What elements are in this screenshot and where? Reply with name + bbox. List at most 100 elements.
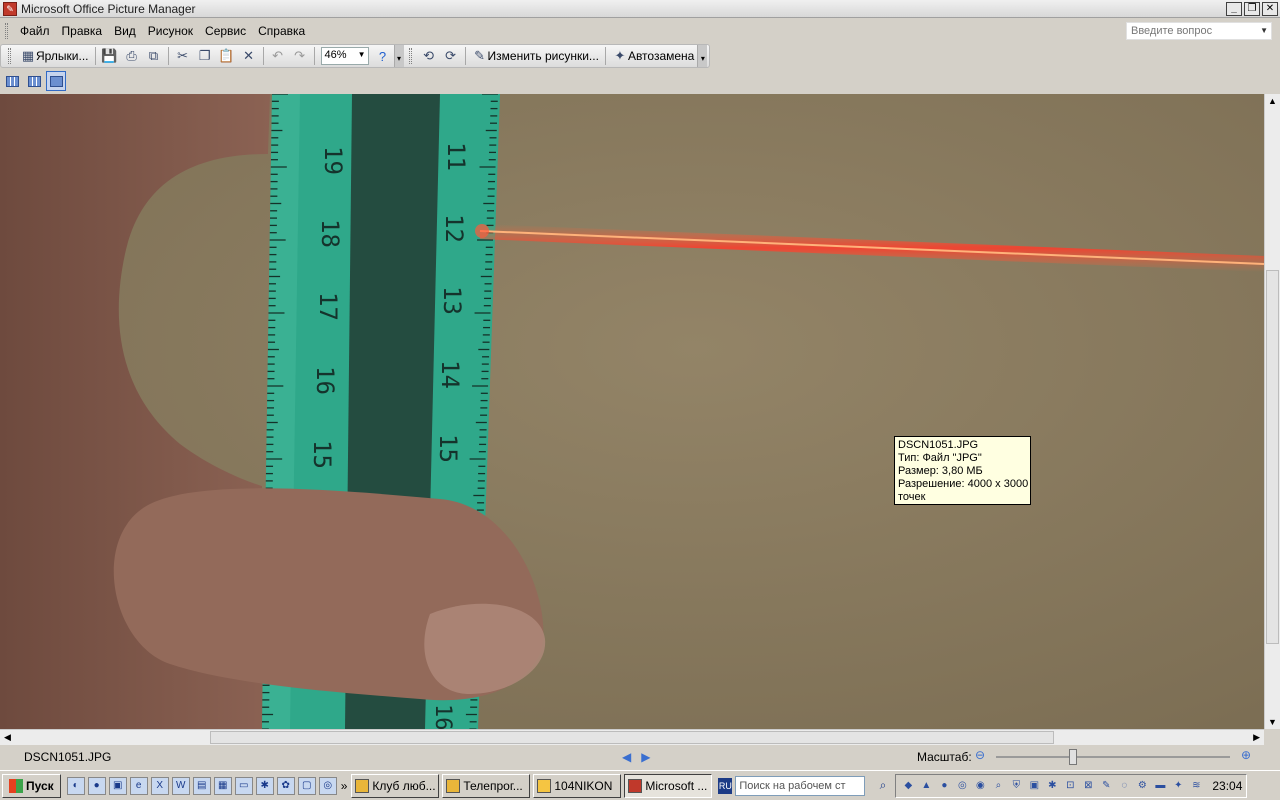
horizontal-scroll-thumb[interactable] bbox=[210, 731, 1054, 744]
task-button[interactable]: 104NIKON bbox=[533, 773, 622, 798]
toolbar-grip[interactable] bbox=[408, 48, 412, 64]
undo-button[interactable]: ↶ bbox=[267, 46, 289, 66]
tray-icon[interactable]: ▣ bbox=[1026, 778, 1042, 794]
toolbar-grip[interactable] bbox=[8, 48, 11, 64]
toolbar-options-icon[interactable]: ▾ bbox=[393, 45, 404, 67]
clock[interactable]: 23:04 bbox=[1212, 779, 1242, 793]
quick-launch-icon[interactable]: ◐ bbox=[66, 776, 85, 795]
scroll-left-icon[interactable]: ◀ bbox=[4, 732, 11, 743]
quick-launch-icon[interactable]: ✿ bbox=[276, 776, 295, 795]
shortcuts-button[interactable]: ▦ Ярлыки... bbox=[17, 46, 92, 66]
paste-button[interactable]: 📋 bbox=[216, 46, 238, 66]
tray-icon[interactable]: ◉ bbox=[972, 778, 988, 794]
close-button[interactable]: ✕ bbox=[1262, 1, 1278, 16]
tray-icon[interactable]: ● bbox=[936, 778, 952, 794]
zoom-in-icon[interactable]: ⊕ bbox=[1238, 748, 1254, 764]
photo: 19 18 17 16 15 11 12 13 14 15 16 bbox=[0, 94, 1264, 729]
task-button[interactable]: Клуб люб... bbox=[351, 773, 440, 798]
delete-button[interactable]: ✕ bbox=[238, 46, 260, 66]
status-file-name: DSCN1051.JPG bbox=[24, 750, 112, 764]
tray-icon[interactable]: ◆ bbox=[900, 778, 916, 794]
wifi-icon[interactable]: ≋ bbox=[1188, 778, 1204, 794]
task-label: 104NIKON bbox=[554, 778, 613, 793]
scroll-up-icon[interactable]: ▲ bbox=[1268, 96, 1277, 106]
ask-question-box[interactable]: Введите вопрос ▼ bbox=[1126, 22, 1272, 40]
zoom-slider-thumb[interactable] bbox=[1069, 749, 1078, 765]
rotate-right-button[interactable]: ⟳ bbox=[440, 46, 462, 66]
firefox-icon[interactable]: ● bbox=[87, 776, 106, 795]
vertical-scrollbar[interactable]: ▲ ▼ bbox=[1264, 94, 1280, 729]
task-button[interactable]: Телепрог... bbox=[442, 773, 531, 798]
ask-question-placeholder: Введите вопрос bbox=[1131, 25, 1213, 37]
menu-picture[interactable]: Рисунок bbox=[142, 24, 199, 38]
search-icon[interactable]: ⌕ bbox=[880, 778, 887, 793]
thumbnail-view-button[interactable] bbox=[2, 71, 22, 91]
tray-icon[interactable]: ⛨ bbox=[1008, 778, 1024, 794]
scroll-right-icon[interactable]: ▶ bbox=[1253, 732, 1260, 743]
quick-launch-icon[interactable]: ▦ bbox=[213, 776, 232, 795]
tray-icon[interactable]: ✱ bbox=[1044, 778, 1060, 794]
start-button[interactable]: Пуск bbox=[2, 773, 61, 798]
toolbar-options-icon[interactable]: ▾ bbox=[697, 45, 708, 67]
print-button[interactable]: ⎙ bbox=[121, 46, 143, 66]
tooltip-type: Тип: Файл "JPG" bbox=[898, 452, 982, 464]
tray-icon[interactable]: ✎ bbox=[1098, 778, 1114, 794]
tray-icon[interactable]: ⊡ bbox=[1062, 778, 1078, 794]
cut-button[interactable]: ✂ bbox=[172, 46, 194, 66]
tray-icon[interactable]: ◎ bbox=[954, 778, 970, 794]
horizontal-scrollbar[interactable]: ◀ ▶ bbox=[0, 729, 1264, 745]
menu-file[interactable]: Файл bbox=[14, 24, 56, 38]
picture-canvas[interactable]: 19 18 17 16 15 11 12 13 14 15 16 bbox=[0, 94, 1264, 729]
previous-picture-icon[interactable]: ◀ bbox=[622, 750, 631, 764]
filmstrip-view-button[interactable] bbox=[24, 71, 44, 91]
scroll-down-icon[interactable]: ▼ bbox=[1268, 717, 1277, 727]
rotate-left-button[interactable]: ⟲ bbox=[418, 46, 440, 66]
quick-launch-icon[interactable]: ▣ bbox=[108, 776, 127, 795]
chevron-down-icon[interactable]: ▼ bbox=[1260, 26, 1268, 35]
single-picture-view-button[interactable] bbox=[46, 71, 66, 91]
quick-launch-icon[interactable]: ◎ bbox=[318, 776, 337, 795]
title-bar[interactable]: ✎ Microsoft Office Picture Manager _ ❐ ✕ bbox=[0, 0, 1280, 18]
next-picture-icon[interactable]: ▶ bbox=[641, 750, 650, 764]
toolbar-separator bbox=[262, 47, 264, 65]
tray-icon[interactable]: ⊠ bbox=[1080, 778, 1096, 794]
task-button-active[interactable]: Microsoft ... bbox=[624, 773, 713, 798]
zoom-slider-track[interactable] bbox=[996, 756, 1230, 758]
tray-icon[interactable]: ⌕ bbox=[990, 778, 1006, 794]
autocorrect-button[interactable]: ✦ Автозамена bbox=[609, 46, 697, 66]
language-indicator[interactable]: RU bbox=[718, 777, 733, 794]
tray-icon[interactable]: ▲ bbox=[918, 778, 934, 794]
desktop-search-input[interactable]: Поиск на рабочем ст ⌕ bbox=[735, 775, 886, 796]
quick-launch: ◐ ● ▣ e X W ▤ ▦ ▭ ✱ ✿ ▢ ◎ bbox=[66, 776, 337, 795]
zoom-combo[interactable]: 46% ▼ bbox=[320, 47, 369, 65]
zoom-out-icon[interactable]: ⊖ bbox=[972, 748, 988, 764]
quick-launch-icon[interactable]: ▤ bbox=[192, 776, 211, 795]
minimize-button[interactable]: _ bbox=[1226, 1, 1242, 16]
tray-icon[interactable]: ◌ bbox=[1116, 778, 1132, 794]
tray-icon[interactable]: ▬ bbox=[1152, 778, 1168, 794]
tray-icon[interactable]: ⚙ bbox=[1134, 778, 1150, 794]
folder-icon[interactable]: ▭ bbox=[234, 776, 253, 795]
menu-tools[interactable]: Сервис bbox=[199, 24, 252, 38]
quick-launch-icon[interactable]: ▢ bbox=[297, 776, 316, 795]
send-button[interactable]: ⧉ bbox=[143, 46, 165, 66]
quick-launch-icon[interactable]: ✱ bbox=[255, 776, 274, 795]
word-icon[interactable]: W bbox=[171, 776, 190, 795]
save-button[interactable]: 💾 bbox=[99, 46, 121, 66]
menu-help[interactable]: Справка bbox=[252, 24, 311, 38]
edit-pictures-button[interactable]: ✎ Изменить рисунки... bbox=[469, 46, 602, 66]
redo-button[interactable]: ↷ bbox=[289, 46, 311, 66]
quick-launch-overflow[interactable]: » bbox=[341, 779, 348, 793]
menu-view[interactable]: Вид bbox=[108, 24, 142, 38]
vertical-scroll-thumb[interactable] bbox=[1266, 270, 1279, 644]
tray-icon[interactable]: ✦ bbox=[1170, 778, 1186, 794]
chevron-down-icon[interactable]: ▼ bbox=[358, 50, 366, 59]
excel-icon[interactable]: X bbox=[150, 776, 169, 795]
menu-edit[interactable]: Правка bbox=[56, 24, 109, 38]
maximize-button[interactable]: ❐ bbox=[1244, 1, 1260, 16]
menu-grip[interactable] bbox=[5, 23, 8, 39]
help-button[interactable]: ? bbox=[372, 46, 394, 66]
ie-icon[interactable]: e bbox=[129, 776, 148, 795]
rotate-left-icon: ⟲ bbox=[423, 48, 434, 63]
copy-button[interactable]: ❐ bbox=[194, 46, 216, 66]
